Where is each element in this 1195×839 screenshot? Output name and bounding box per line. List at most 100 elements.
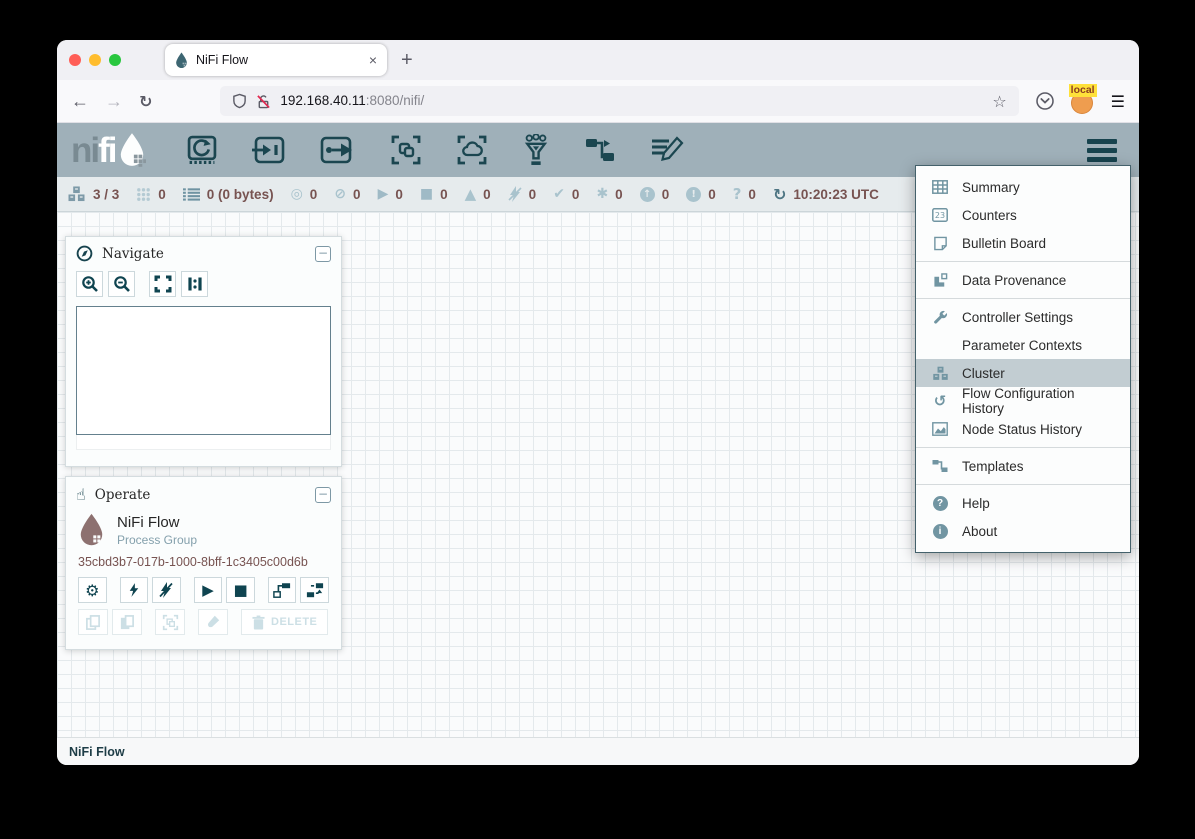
delete-button[interactable]: DELETE — [241, 609, 328, 635]
menu-label: Help — [962, 496, 990, 511]
profile-avatar[interactable]: local — [1071, 89, 1095, 113]
brush-icon — [205, 614, 221, 630]
nifi-global-menu-button[interactable] — [1087, 139, 1125, 162]
cluster-cubes-icon — [931, 366, 949, 381]
compass-icon — [76, 245, 93, 262]
menu-item-about[interactable]: i About — [916, 517, 1130, 545]
remote-process-group-icon[interactable] — [456, 135, 488, 165]
logo-fi: fi — [98, 134, 115, 168]
bookmark-star-icon[interactable]: ☆ — [992, 92, 1006, 111]
paste-button[interactable] — [112, 609, 142, 635]
reload-icon[interactable]: ↻ — [139, 92, 152, 111]
menu-item-node-status-history[interactable]: Node Status History — [916, 415, 1130, 443]
tab-strip: NiFi Flow × + — [57, 40, 1139, 80]
back-icon[interactable]: ← — [71, 91, 89, 112]
tab-title: NiFi Flow — [196, 53, 361, 67]
nifi-favicon — [175, 52, 188, 68]
disabled-bolt-icon — [508, 186, 522, 202]
menu-item-counters[interactable]: 23 Counters — [916, 201, 1130, 229]
enable-button[interactable] — [120, 577, 149, 603]
menu-item-bulletin-board[interactable]: Bulletin Board — [916, 229, 1130, 257]
status-queued: 0 (0 bytes) — [183, 187, 274, 202]
menu-label: Summary — [962, 180, 1020, 195]
sync-failure-icon: ? — [733, 185, 742, 203]
status-active-threads: 0 — [136, 187, 166, 202]
running-icon: ▶ — [378, 186, 389, 202]
status-locally-modified: ✱ 0 — [596, 186, 622, 202]
locally-modified-stale-icon: ! — [686, 187, 701, 202]
birdseye-view[interactable] — [76, 306, 331, 435]
input-port-icon[interactable] — [252, 136, 286, 164]
status-stopped: ■ 0 — [420, 186, 448, 202]
copy-button[interactable] — [78, 609, 108, 635]
breadcrumb[interactable]: NiFi Flow — [69, 745, 125, 759]
fill-color-button[interactable] — [198, 609, 228, 635]
traffic-lights — [69, 54, 121, 66]
menu-item-help[interactable]: ? Help — [916, 489, 1130, 517]
process-group-icon[interactable] — [390, 135, 422, 165]
menu-item-parameter-contexts[interactable]: Parameter Contexts — [916, 331, 1130, 359]
refresh-icon[interactable]: ↻ — [773, 185, 786, 204]
menu-item-controller-settings[interactable]: Controller Settings — [916, 303, 1130, 331]
disable-button[interactable] — [152, 577, 181, 603]
browser-tab[interactable]: NiFi Flow × — [165, 44, 387, 76]
forward-icon[interactable]: → — [105, 91, 123, 112]
upload-template-button[interactable] — [300, 577, 329, 603]
menu-item-data-provenance[interactable]: Data Provenance — [916, 266, 1130, 294]
tracking-shield-icon[interactable] — [232, 93, 247, 109]
processor-icon[interactable] — [186, 135, 218, 165]
funnel-icon[interactable] — [522, 134, 550, 166]
configure-button[interactable]: ⚙ — [78, 577, 107, 603]
zoom-actual-size-button[interactable] — [181, 271, 208, 297]
stop-button[interactable]: ■ — [226, 577, 255, 603]
browser-toolbar: ← → ↻ 192.168.40.11:8080/nifi/ ☆ local — [57, 80, 1139, 123]
area-chart-icon — [931, 422, 949, 436]
menu-item-flow-configuration-history[interactable]: ↺ Flow Configuration History — [916, 387, 1130, 415]
zoom-fit-button[interactable] — [149, 271, 176, 297]
template-icon[interactable] — [584, 136, 616, 164]
tab-close-icon[interactable]: × — [369, 52, 377, 68]
counters-icon: 23 — [931, 208, 949, 222]
zoom-window-button[interactable] — [109, 54, 121, 66]
operate-header: ☝ Operate − — [66, 477, 341, 510]
menu-item-templates[interactable]: Templates — [916, 452, 1130, 480]
save-template-icon — [273, 582, 291, 598]
menu-item-cluster[interactable]: Cluster — [916, 359, 1130, 387]
process-group-drop-icon — [78, 513, 105, 547]
operate-collapse-button[interactable]: − — [315, 487, 331, 503]
copy-icon — [85, 614, 101, 631]
logo-ni: ni — [71, 134, 98, 168]
sticky-note-icon — [931, 236, 949, 251]
close-window-button[interactable] — [69, 54, 81, 66]
start-button[interactable]: ▶ — [194, 577, 223, 603]
stale-arrow-icon: ↑ — [640, 187, 655, 202]
queued-flowfiles-icon — [183, 187, 200, 201]
gear-icon: ⚙ — [85, 581, 99, 600]
menu-item-summary[interactable]: Summary — [916, 173, 1130, 201]
menu-label: Cluster — [962, 366, 1005, 381]
save-template-button[interactable] — [268, 577, 297, 603]
minimize-window-button[interactable] — [89, 54, 101, 66]
navigate-buttons — [66, 268, 341, 297]
navigate-collapse-button[interactable]: − — [315, 246, 331, 262]
menu-label: Counters — [962, 208, 1017, 223]
delete-label: DELETE — [271, 616, 317, 628]
status-refresh: ↻ 10:20:23 UTC — [773, 185, 879, 204]
status-locally-modified-stale: ! 0 — [686, 187, 716, 202]
locally-modified-icon: ✱ — [596, 186, 608, 202]
new-tab-button[interactable]: + — [401, 49, 413, 72]
group-button[interactable] — [155, 609, 185, 635]
pocket-icon[interactable] — [1035, 91, 1055, 111]
label-icon[interactable] — [650, 136, 684, 164]
birdseye-slider[interactable] — [76, 435, 331, 450]
url-bar[interactable]: 192.168.40.11:8080/nifi/ ☆ — [220, 86, 1018, 116]
output-port-icon[interactable] — [320, 136, 356, 164]
zoom-out-button[interactable] — [108, 271, 135, 297]
hand-pointer-icon: ☝ — [76, 485, 86, 504]
zoom-in-button[interactable] — [76, 271, 103, 297]
component-toolbar — [186, 134, 684, 166]
insecure-lock-icon[interactable] — [256, 94, 271, 109]
play-icon: ▶ — [202, 581, 214, 599]
menu-divider — [916, 484, 1130, 485]
firefox-menu-icon[interactable]: ☰ — [1111, 92, 1125, 111]
